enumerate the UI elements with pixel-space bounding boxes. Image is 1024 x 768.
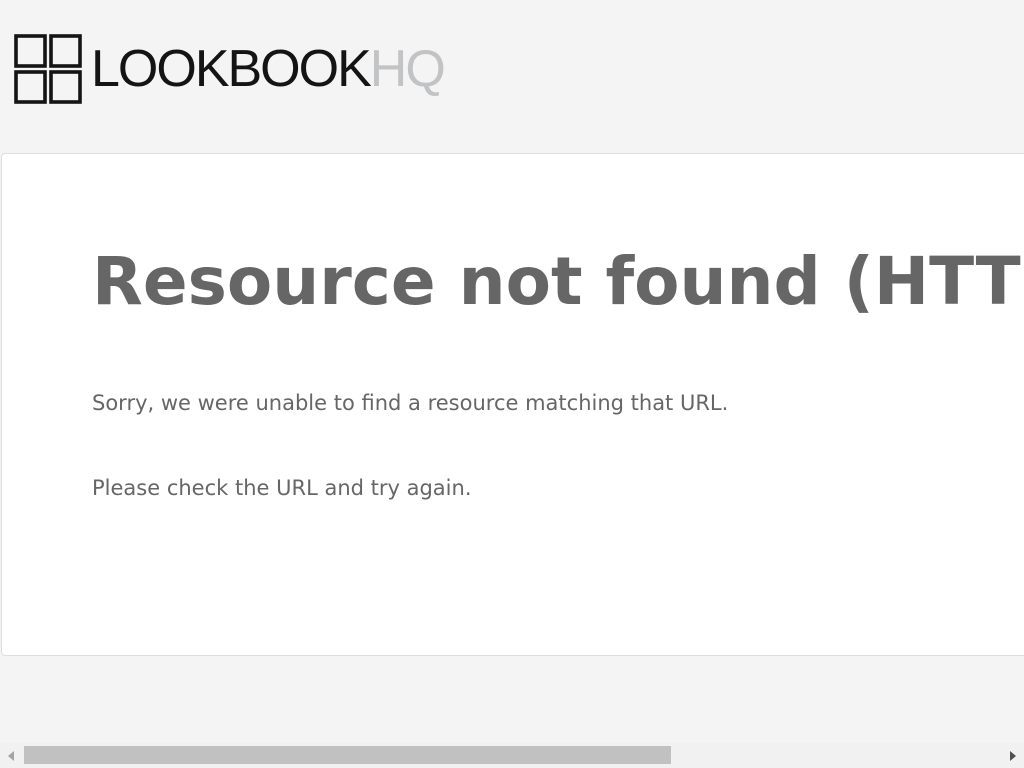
lookbookhq-logo-link[interactable]: LOOKBOOKHQ: [14, 34, 446, 104]
horizontal-scrollbar[interactable]: [0, 743, 1024, 768]
four-squares-grid-icon: [14, 34, 82, 104]
page-viewport: LOOKBOOKHQ Resource not found (HTTP 404)…: [0, 0, 1024, 768]
triangle-right-icon: [1010, 750, 1016, 761]
error-title: Resource not found (HTTP 404): [92, 243, 1024, 320]
scrollbar-thumb[interactable]: [24, 746, 671, 764]
triangle-left-icon: [8, 750, 14, 761]
scroll-right-button[interactable]: [1002, 743, 1024, 768]
error-message-primary: Sorry, we were unable to find a resource…: [92, 391, 729, 415]
site-header: LOOKBOOKHQ: [0, 0, 1024, 140]
logo-text-accent: HQ: [369, 40, 446, 98]
scroll-left-button[interactable]: [0, 743, 22, 768]
error-card: Resource not found (HTTP 404) Sorry, we …: [1, 153, 1024, 656]
logo-text-main: LOOKBOOK: [91, 40, 372, 98]
error-message-secondary: Please check the URL and try again.: [92, 476, 472, 500]
logo-wordmark: LOOKBOOKHQ: [91, 40, 446, 98]
